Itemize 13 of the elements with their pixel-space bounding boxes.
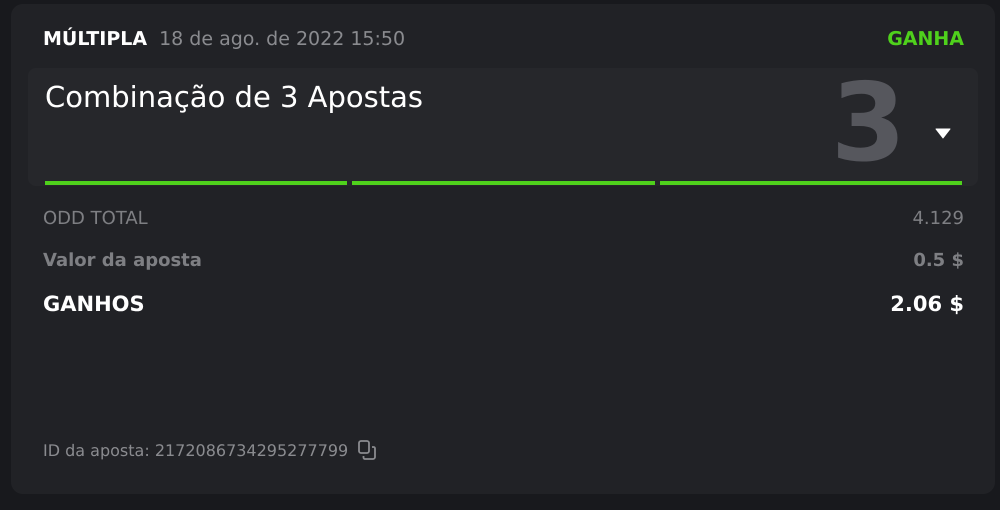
summary-label: Valor da aposta — [43, 250, 202, 270]
summary-label: GANHOS — [43, 292, 145, 316]
summary-value: 0.5 $ — [913, 250, 964, 270]
bet-type: MÚLTIPLA — [43, 28, 148, 50]
bet-date: 18 de ago. de 2022 15:50 — [159, 28, 406, 50]
summary-label: ODD TOTAL — [43, 208, 148, 228]
copy-icon[interactable] — [358, 440, 376, 460]
summary-value: 2.06 $ — [890, 292, 964, 316]
combo-title: Combinação de 3 Apostas — [45, 80, 424, 114]
bet-id: ID da aposta: 2172086734295277799 — [43, 440, 348, 460]
caret-icon[interactable] — [935, 128, 951, 139]
summary-value: 4.129 — [912, 208, 964, 228]
bet-status: GANHA — [887, 28, 964, 50]
